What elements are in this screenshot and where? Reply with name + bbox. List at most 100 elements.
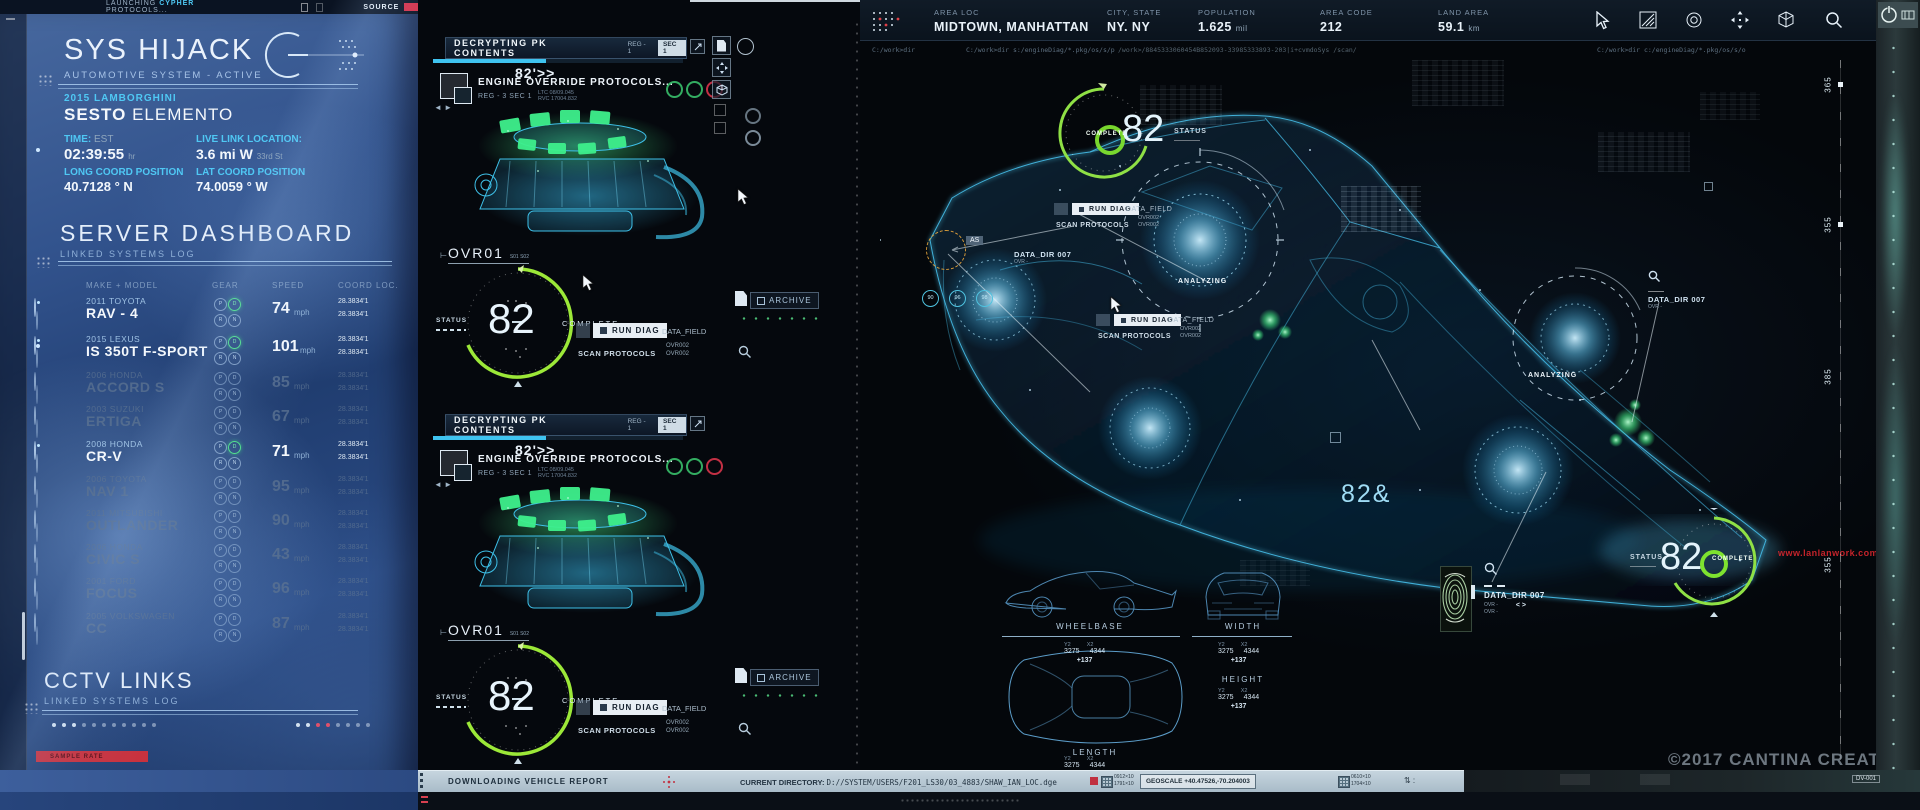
cctv-dot[interactable] <box>132 723 136 727</box>
checkbox[interactable] <box>714 104 726 116</box>
cctv-dot[interactable] <box>62 723 66 727</box>
row-bullet[interactable] <box>34 578 36 597</box>
page-icon[interactable] <box>712 36 731 55</box>
move-tool-icon[interactable] <box>1728 8 1752 32</box>
run-diag-button[interactable]: RUN DIAG <box>593 323 667 338</box>
gear-indicator[interactable]: PDRN <box>214 336 239 365</box>
fingerprint-scan[interactable] <box>1440 566 1472 632</box>
cctv-dot[interactable] <box>296 723 300 727</box>
status-light-green[interactable] <box>686 458 703 475</box>
row-bullet[interactable] <box>36 385 38 404</box>
row-bullet[interactable] <box>36 523 38 542</box>
power-icon[interactable] <box>1878 2 1918 28</box>
table-row[interactable]: 2011 MITSUBISHIOUTLANDERPDRN90mph28.3834… <box>0 508 418 540</box>
checkbox[interactable] <box>714 122 726 134</box>
sample-rate-tag[interactable]: SAMPLE RATE <box>36 751 148 762</box>
source-badge[interactable] <box>404 3 418 11</box>
gear-indicator[interactable]: PDRN <box>214 476 239 505</box>
search-icon[interactable] <box>1484 562 1498 576</box>
cctv-dot[interactable] <box>102 723 106 727</box>
cursor-tool-icon[interactable] <box>1590 8 1614 32</box>
cctv-link-dots[interactable] <box>296 723 370 727</box>
expand-icon[interactable] <box>690 416 705 431</box>
row-bullet[interactable] <box>36 419 38 438</box>
row-bullet[interactable] <box>36 557 38 576</box>
gear-indicator[interactable]: PDRN <box>214 372 239 401</box>
wheel-chip[interactable]: 90 <box>922 290 939 307</box>
expand-icon[interactable] <box>690 39 705 54</box>
gear-indicator[interactable]: PDRN <box>214 510 239 539</box>
search-icon[interactable] <box>1648 270 1661 283</box>
row-bullet[interactable] <box>34 372 36 391</box>
archive-button[interactable]: ARCHIVE <box>750 292 819 309</box>
search-icon[interactable] <box>1822 8 1846 32</box>
cctv-dot[interactable] <box>72 723 76 727</box>
table-row[interactable]: 2001 FORDFOCUSPDRN96mph28.3834'128.3834'… <box>0 576 418 608</box>
archive-button[interactable]: ARCHIVE <box>750 669 819 686</box>
decrypt-header[interactable]: DECRYPTING PK CONTENTS REG - 1 SEC 1 <box>445 414 687 436</box>
cctv-link-dots[interactable] <box>52 723 156 727</box>
row-bullet[interactable] <box>36 454 38 473</box>
cctv-dot[interactable] <box>142 723 146 727</box>
row-bullet[interactable] <box>36 311 38 330</box>
row-bullet[interactable] <box>34 476 36 495</box>
row-bullet[interactable] <box>34 613 36 632</box>
cctv-dot[interactable] <box>52 723 56 727</box>
rail-scroll-indicator[interactable] <box>22 612 25 660</box>
row-bullet[interactable] <box>34 298 36 317</box>
row-bullet[interactable] <box>34 510 36 529</box>
cctv-dot[interactable] <box>112 723 116 727</box>
cctv-dot[interactable] <box>306 723 310 727</box>
search-icon[interactable] <box>738 345 752 359</box>
gear-indicator[interactable]: PDRN <box>214 578 239 607</box>
gear-indicator[interactable]: PDRN <box>214 441 239 470</box>
wheel-chip[interactable]: 96 <box>949 290 966 307</box>
cctv-dot[interactable] <box>92 723 96 727</box>
row-bullet[interactable] <box>34 336 36 355</box>
cctv-dot[interactable] <box>316 723 320 727</box>
gear-indicator[interactable]: PDRN <box>214 613 239 642</box>
image-frame-icon[interactable] <box>1636 8 1660 32</box>
cube-tool-icon[interactable] <box>1774 8 1798 32</box>
row-bullet[interactable] <box>34 544 36 563</box>
circle-icon[interactable] <box>737 38 754 55</box>
status-light-green[interactable] <box>666 458 683 475</box>
sec-chip[interactable]: SEC 1 <box>658 417 686 433</box>
table-row[interactable]: 2003 SUZUKIERTIGAPDRN67mph28.3834'128.38… <box>0 404 418 436</box>
decrypt-header[interactable]: DECRYPTING PK CONTENTS REG - 1 SEC 1 <box>445 37 687 59</box>
row-bullet[interactable] <box>34 406 36 425</box>
table-row[interactable]: 2006 HONDACIVIC SPDRN43mph28.3834'128.38… <box>0 542 418 574</box>
table-row[interactable]: 2006 HONDAACCORD SPDRN85mph28.3834'128.3… <box>0 370 418 402</box>
row-bullet[interactable] <box>36 349 38 368</box>
row-bullet[interactable] <box>36 626 38 645</box>
move-icon[interactable] <box>712 58 731 77</box>
cube-icon[interactable] <box>712 80 731 99</box>
gear-indicator[interactable]: PDRN <box>214 544 239 573</box>
gear-indicator[interactable]: PDRN <box>214 298 239 327</box>
target-icon[interactable] <box>745 130 761 146</box>
row-bullet[interactable] <box>36 591 38 610</box>
gear-indicator[interactable]: PDRN <box>214 406 239 435</box>
target-icon[interactable] <box>1682 8 1706 32</box>
cctv-dot[interactable] <box>356 723 360 727</box>
row-bullet[interactable] <box>36 489 38 508</box>
target-icon[interactable] <box>745 108 761 124</box>
table-row[interactable]: 2008 HONDACR-VPDRN71mph28.3834'128.3834'… <box>0 439 418 471</box>
as-chip[interactable]: AS <box>966 236 983 245</box>
sec-chip[interactable]: SEC 1 <box>658 40 686 56</box>
table-row[interactable]: 2011 TOYOTARAV - 4PDRN74mph28.3834'128.3… <box>0 296 418 328</box>
status-light-green[interactable] <box>666 81 683 98</box>
table-row[interactable]: 2006 TOYOTANAV 1PDRN95mph28.3834'128.383… <box>0 474 418 506</box>
wheel-chip[interactable]: 98 <box>976 290 993 307</box>
geoloc-chip[interactable]: GEOSCALE +40.47526,-70.204003 <box>1140 774 1256 789</box>
row-bullet[interactable] <box>34 441 36 460</box>
cctv-dot[interactable] <box>336 723 340 727</box>
cctv-dot[interactable] <box>122 723 126 727</box>
cctv-dot[interactable] <box>152 723 156 727</box>
status-light-green[interactable] <box>686 81 703 98</box>
cctv-dot[interactable] <box>82 723 86 727</box>
run-diag-button[interactable]: RUN DIAG <box>593 700 667 715</box>
search-icon[interactable] <box>738 722 752 736</box>
cctv-dot[interactable] <box>346 723 350 727</box>
cctv-dot[interactable] <box>366 723 370 727</box>
